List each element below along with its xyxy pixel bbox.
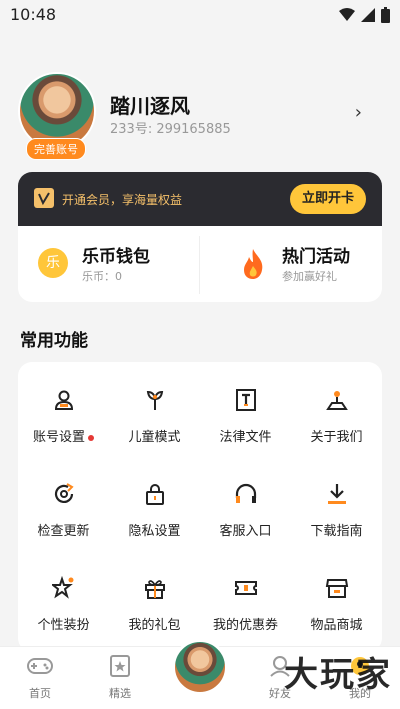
vip-icon	[34, 188, 54, 208]
bottom-nav: 首页 精选 好友 我的 大玩家	[0, 639, 400, 709]
child-mode-icon	[146, 390, 163, 410]
user-name: 踏川逐风	[110, 94, 190, 118]
profile-header[interactable]: 完善账号 踏川逐风 233号: 299165885 ›	[0, 70, 400, 160]
privacy-lock-icon	[145, 484, 164, 505]
grid-label-customer-service: 客服入口	[219, 524, 272, 539]
wallet-balance: 乐币：0	[82, 270, 122, 283]
complete-account-badge[interactable]: 完善账号	[26, 138, 86, 160]
grid-item-about-us[interactable]: 关于我们	[291, 378, 382, 472]
grid-label-shop: 物品商城	[310, 618, 363, 633]
grid-label-account-settings: 账号设置	[32, 430, 85, 445]
wifi-icon	[339, 8, 355, 21]
signal-icon	[361, 8, 375, 22]
grid-label-legal-docs: 法律文件	[219, 430, 272, 445]
coin-wallet[interactable]: 乐 乐币钱包 乐币：0	[18, 234, 198, 296]
function-grid-card: 账号设置 儿童模式 法律文件 关于我们 检查更新 隐私设置 客服入口 下载指南 …	[18, 362, 382, 652]
account-settings-icon	[54, 390, 73, 410]
grid-item-privacy[interactable]: 隐私设置	[109, 472, 200, 566]
coin-icon: 乐	[38, 248, 68, 278]
grid-item-account-settings[interactable]: 账号设置	[18, 378, 109, 472]
open-vip-button[interactable]: 立即开卡	[290, 184, 366, 214]
chevron-right-icon[interactable]: ›	[355, 102, 362, 123]
grid-label-dress-up: 个性装扮	[37, 618, 90, 633]
grid-item-check-update[interactable]: 检查更新	[18, 472, 109, 566]
grid-label-privacy: 隐私设置	[128, 524, 181, 539]
function-grid: 账号设置 儿童模式 法律文件 关于我们 检查更新 隐私设置 客服入口 下载指南 …	[18, 378, 382, 660]
status-icons	[339, 7, 390, 23]
grid-label-child-mode: 儿童模式	[128, 430, 181, 445]
events-sub: 参加赢好礼	[282, 270, 337, 283]
nav-center-avatar[interactable]	[172, 639, 228, 695]
nav-home[interactable]: 首页	[10, 655, 70, 701]
wallet-title: 乐币钱包	[82, 247, 150, 267]
grid-label-about-us: 关于我们	[310, 430, 363, 445]
grid-label-gift-pack: 我的礼包	[128, 618, 181, 633]
featured-star-icon	[110, 655, 130, 677]
about-us-icon	[325, 391, 348, 410]
hot-events[interactable]: 热门活动 参加赢好礼	[200, 234, 380, 296]
grid-label-download-guide: 下载指南	[310, 524, 363, 539]
grid-item-legal-docs[interactable]: 法律文件	[200, 378, 291, 472]
status-time: 10:48	[10, 5, 57, 24]
grid-item-child-mode[interactable]: 儿童模式	[109, 378, 200, 472]
legal-doc-icon	[235, 389, 256, 411]
status-bar: 10:48	[0, 0, 400, 30]
gamepad-icon	[27, 658, 53, 674]
vip-wallet-card: 开通会员，享海量权益 立即开卡 乐 乐币钱包 乐币：0 热门活动 参加赢好礼	[18, 172, 382, 302]
grid-label-check-update: 检查更新	[37, 524, 90, 539]
shop-icon	[325, 579, 348, 598]
vip-text: 开通会员，享海量权益	[62, 193, 183, 207]
watermark-logo: 大玩家	[284, 655, 392, 695]
grid-label-coupons: 我的优惠券	[212, 618, 278, 633]
grid-item-customer-service[interactable]: 客服入口	[200, 472, 291, 566]
dress-up-icon	[51, 576, 73, 599]
fire-icon	[244, 249, 263, 279]
nav-label-featured: 精选	[109, 687, 131, 700]
vip-banner[interactable]: 开通会员，享海量权益 立即开卡	[18, 172, 382, 226]
nav-featured[interactable]: 精选	[90, 655, 150, 701]
headset-icon	[235, 483, 256, 503]
download-icon	[327, 484, 346, 504]
battery-icon	[381, 7, 390, 23]
gift-icon	[144, 580, 165, 599]
nav-label-home: 首页	[29, 687, 51, 700]
section-title: 常用功能	[20, 331, 88, 351]
check-update-icon	[54, 483, 74, 503]
events-title: 热门活动	[282, 247, 350, 267]
coupon-icon	[234, 581, 257, 595]
notification-dot	[88, 434, 94, 441]
user-id: 233号: 299165885	[110, 122, 231, 137]
grid-item-download-guide[interactable]: 下载指南	[291, 472, 382, 566]
